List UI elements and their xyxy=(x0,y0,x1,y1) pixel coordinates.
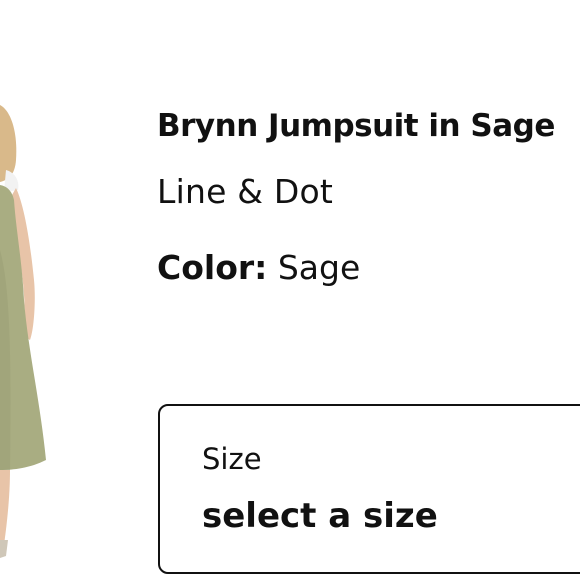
size-label: Size xyxy=(202,442,262,476)
model-hair xyxy=(0,105,17,182)
product-color: Color: Sage xyxy=(157,248,360,287)
model-shoe xyxy=(0,540,8,558)
product-brand[interactable]: Line & Dot xyxy=(157,172,333,211)
color-value: Sage xyxy=(277,248,361,287)
model-leg xyxy=(0,470,10,546)
size-dropdown[interactable]: Size select a size xyxy=(158,404,580,574)
product-image[interactable] xyxy=(0,0,60,580)
size-selected-value: select a size xyxy=(202,496,438,536)
model-photo xyxy=(0,105,46,558)
color-label: Color: xyxy=(157,248,268,287)
product-title: Brynn Jumpsuit in Sage xyxy=(157,108,555,144)
product-page: Brynn Jumpsuit in Sage Line & Dot Color:… xyxy=(0,0,580,580)
